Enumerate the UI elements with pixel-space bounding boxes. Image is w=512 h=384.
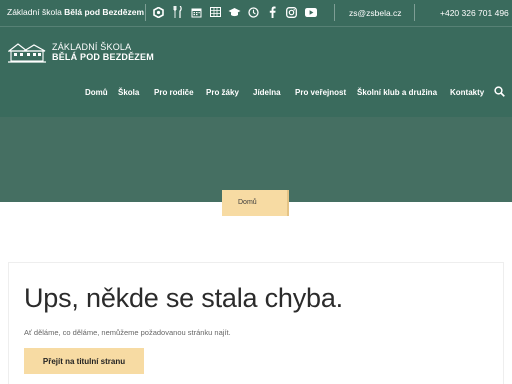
site-header: ZÁKLADNÍ ŠKOLA BĚLÁ POD BEZDĚZEM Domů Šk… (0, 26, 512, 117)
search-icon[interactable] (494, 86, 505, 99)
nav-item-school[interactable]: Škola (118, 88, 139, 97)
logo-line-2: BĚLÁ POD BEZDĚZEM (52, 52, 154, 62)
main-navigation: Domů Škola Pro rodiče Pro žáky Jídelna P… (0, 86, 512, 100)
nav-item-home[interactable]: Domů (85, 88, 108, 97)
school-building-icon (8, 43, 46, 63)
breadcrumb-edge (287, 190, 289, 216)
school-name-small[interactable]: Základní škola Bělá pod Bezdězem (7, 7, 144, 17)
logo-text: ZÁKLADNÍ ŠKOLA BĚLÁ POD BEZDĚZEM (52, 42, 154, 62)
breadcrumb-home[interactable]: Domů (238, 199, 257, 206)
instagram-icon[interactable] (285, 5, 298, 19)
school-name-prefix: Základní škola (7, 7, 65, 17)
graduation-cap-icon[interactable] (228, 5, 241, 19)
breadcrumb: Domů (222, 190, 289, 216)
nav-item-parents[interactable]: Pro rodiče (154, 88, 194, 97)
nav-item-club[interactable]: Školní klub a družina (357, 88, 437, 97)
phone-link[interactable]: +420 326 701 496 (440, 8, 509, 18)
site-logo[interactable]: ZÁKLADNÍ ŠKOLA BĚLÁ POD BEZDĚZEM (8, 41, 154, 63)
facebook-icon[interactable] (266, 5, 279, 19)
error-title: Ups, někde se stala chyba. (24, 283, 343, 313)
cutlery-icon[interactable] (171, 5, 184, 19)
app-icon[interactable] (152, 5, 165, 19)
clock-icon[interactable] (247, 5, 260, 19)
divider (145, 4, 146, 21)
grid-icon[interactable] (209, 5, 222, 19)
go-home-button[interactable]: Přejít na titulní stranu (24, 348, 144, 374)
divider (334, 4, 335, 21)
calendar-icon[interactable] (190, 5, 203, 19)
top-bar: Základní škola Bělá pod Bezdězem zs@zsbe… (0, 0, 512, 26)
divider (414, 4, 415, 21)
quick-icons (152, 5, 323, 19)
email-link[interactable]: zs@zsbela.cz (349, 8, 402, 18)
youtube-icon[interactable] (304, 5, 317, 19)
logo-line-1: ZÁKLADNÍ ŠKOLA (52, 42, 132, 52)
nav-item-public[interactable]: Pro veřejnost (295, 88, 346, 97)
error-card: Ups, někde se stala chyba. Ať děláme, co… (8, 262, 504, 384)
school-name-bold: Bělá pod Bezdězem (64, 7, 144, 17)
error-message: Ať děláme, co děláme, nemůžeme požadovan… (24, 328, 231, 337)
nav-item-students[interactable]: Pro žáky (206, 88, 239, 97)
nav-item-contacts[interactable]: Kontakty (450, 88, 484, 97)
nav-item-canteen[interactable]: Jídelna (253, 88, 281, 97)
